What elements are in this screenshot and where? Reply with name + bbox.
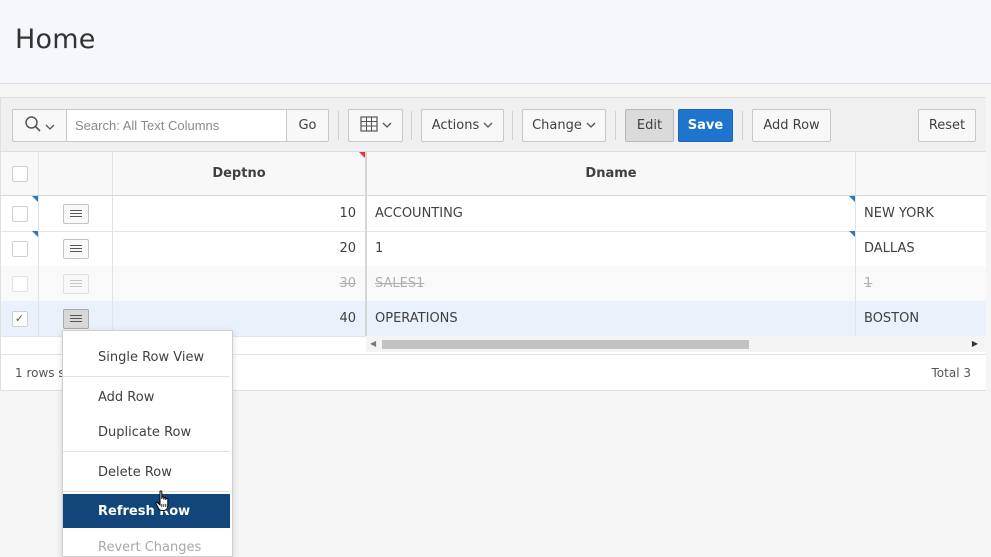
edit-button[interactable]: Edit [625, 109, 674, 142]
menu-item-single-row-view[interactable]: Single Row View [63, 340, 230, 374]
change-menu-button[interactable]: Change [522, 109, 606, 142]
hand-pointer-icon [155, 490, 173, 516]
toolbar-divider [512, 111, 513, 140]
cell-dname[interactable]: SALES1 [367, 266, 856, 301]
cell-dname[interactable]: ACCOUNTING [367, 196, 856, 231]
cell-deptno[interactable]: 20 [113, 231, 367, 266]
menu-divider [63, 451, 230, 452]
scroll-left-icon[interactable]: ◀ [370, 339, 376, 348]
chevron-down-icon [382, 118, 392, 133]
row-checkbox[interactable] [11, 275, 28, 292]
total-count: Total 3 [931, 366, 971, 380]
change-label: Change [532, 118, 582, 133]
cell-deptno[interactable]: 10 [113, 196, 367, 231]
row-select-cell: ✓ [1, 301, 39, 336]
chevron-down-icon [45, 116, 55, 135]
row-actions-header [39, 152, 113, 195]
go-button[interactable]: Go [286, 109, 329, 142]
hamburger-menu-icon[interactable] [62, 203, 89, 224]
grid-toolbar: Go Actions Change Edit Sa [1, 98, 986, 152]
view-selector-button[interactable] [348, 109, 403, 142]
toolbar-divider [411, 111, 412, 140]
menu-item-revert-changes: Revert Changes [98, 539, 202, 555]
row-select-cell [1, 266, 39, 301]
save-button[interactable]: Save [678, 109, 733, 142]
table-row: 30 SALES1 1 [1, 266, 986, 302]
menu-item-add-row[interactable]: Add Row [63, 380, 230, 414]
grid-header-row: Deptno Dname [1, 152, 986, 196]
actions-menu-button[interactable]: Actions [421, 109, 504, 142]
menu-item-duplicate-row[interactable]: Duplicate Row [63, 415, 230, 449]
row-actions-cell [39, 196, 113, 231]
cell-deptno[interactable]: 30 [113, 266, 367, 301]
row-checkbox[interactable] [11, 240, 28, 257]
hamburger-menu-icon[interactable] [62, 273, 89, 294]
search-icon [24, 115, 42, 137]
horizontal-scrollbar[interactable]: ◀ ▶ [366, 336, 986, 352]
search-column-selector[interactable] [12, 109, 67, 142]
cell-changed-flag [849, 196, 855, 202]
cell-dname[interactable]: OPERATIONS [367, 301, 856, 336]
scroll-right-icon[interactable]: ▶ [972, 339, 978, 348]
grid-view-icon [359, 115, 378, 136]
cell-loc[interactable]: 1 [856, 266, 986, 301]
chevron-down-icon [483, 118, 493, 133]
chevron-down-icon [586, 118, 596, 133]
select-all-checkbox[interactable] [11, 165, 28, 182]
checkmark-icon: ✓ [14, 312, 25, 325]
cell-loc[interactable]: BOSTON [856, 301, 986, 336]
row-actions-cell [39, 266, 113, 301]
add-row-button[interactable]: Add Row [752, 109, 831, 142]
menu-item-refresh-row[interactable]: Refresh Row [63, 494, 230, 528]
scrollbar-thumb[interactable] [382, 340, 749, 349]
page-title: Home [15, 24, 96, 55]
row-changed-flag [32, 231, 38, 237]
hamburger-menu-icon[interactable] [62, 308, 89, 329]
column-header-loc[interactable] [856, 152, 986, 195]
menu-divider [63, 376, 230, 377]
actions-label: Actions [431, 118, 480, 133]
toolbar-divider [615, 111, 616, 140]
menu-item-delete-row[interactable]: Delete Row [63, 455, 230, 489]
toolbar-divider [338, 111, 339, 140]
column-changed-flag [359, 152, 365, 158]
page-header: Home [0, 0, 991, 84]
row-actions-cell [39, 231, 113, 266]
cell-loc[interactable]: DALLAS [856, 231, 986, 266]
search-group: Go [12, 109, 329, 142]
row-checkbox[interactable]: ✓ [11, 310, 28, 327]
row-changed-flag [32, 196, 38, 202]
reset-button[interactable]: Reset [918, 109, 976, 142]
menu-divider [63, 491, 230, 492]
deleted-value: SALES1 [375, 276, 425, 291]
select-all-cell [1, 152, 39, 195]
hamburger-menu-icon[interactable] [62, 238, 89, 259]
row-checkbox[interactable] [11, 205, 28, 222]
deleted-value: 1 [864, 276, 873, 291]
column-header-deptno[interactable]: Deptno [113, 152, 367, 195]
cell-loc[interactable]: NEW YORK [856, 196, 986, 231]
cell-dname[interactable]: 1 [367, 231, 856, 266]
row-actions-menu: Single Row View Add Row Duplicate Row De… [62, 330, 233, 557]
deleted-value: 30 [339, 276, 356, 291]
table-row: 20 1 DALLAS [1, 231, 986, 267]
column-header-dname[interactable]: Dname [367, 152, 856, 195]
search-input[interactable] [66, 109, 287, 142]
toolbar-divider [742, 111, 743, 140]
table-row: 10 ACCOUNTING NEW YORK [1, 196, 986, 232]
cell-changed-flag [849, 231, 855, 237]
